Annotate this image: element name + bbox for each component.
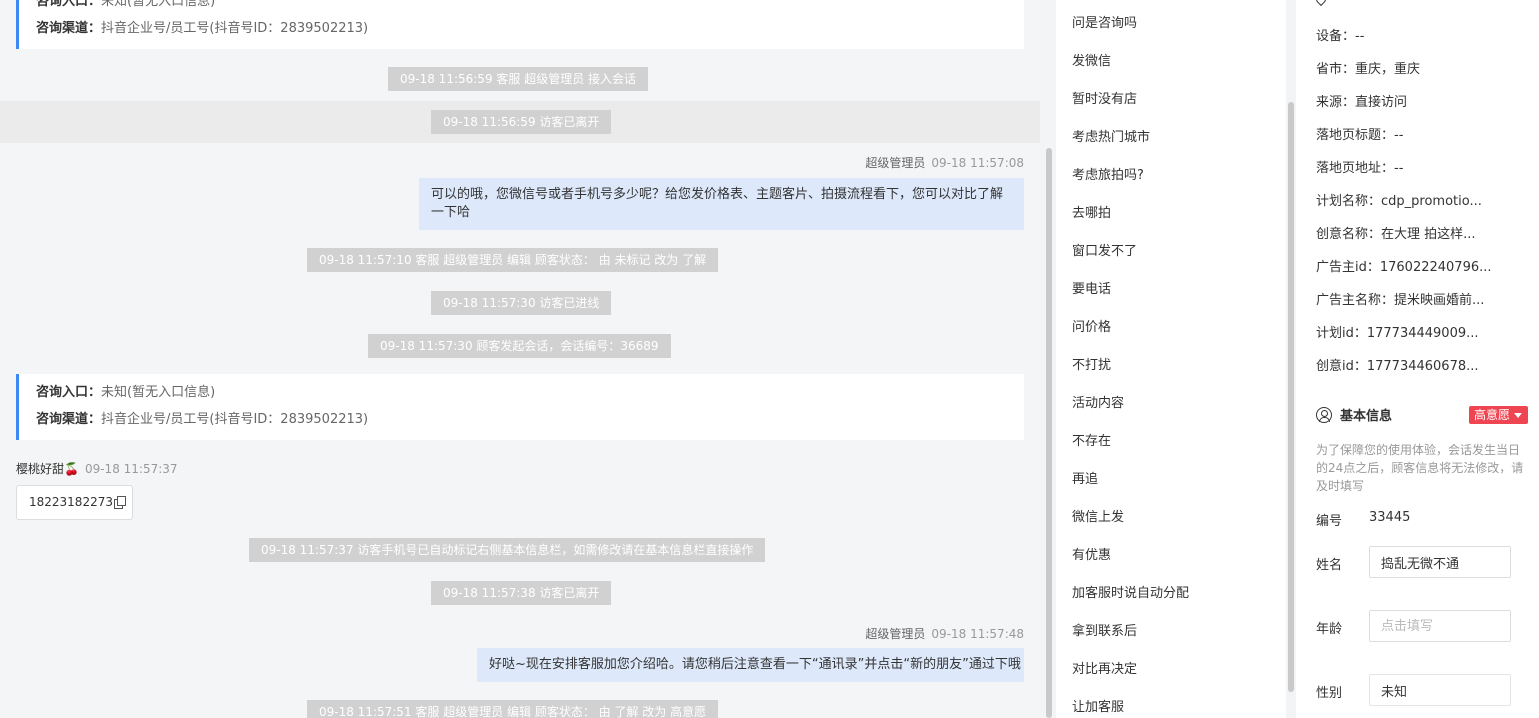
- visitor-name: 樱桃好甜🍒: [16, 462, 79, 476]
- visit-info-row: 计划id：177734449009...: [1316, 326, 1479, 341]
- system-message: 09-18 11:57:10 客服 超级管理员 编辑 顾客状态： 由 未标记 改…: [307, 248, 719, 272]
- consult-entry-value: 未知(暂无入口信息): [101, 385, 216, 400]
- system-message: 09-18 11:57:30 顾客发起会话，会话编号：36689: [368, 334, 671, 358]
- id-value: 33445: [1369, 510, 1411, 525]
- consult-channel-label: 咨询渠道：: [36, 412, 102, 427]
- quick-reply-item[interactable]: 去哪拍: [1072, 202, 1111, 221]
- visit-info-row: 来源：直接访问: [1316, 95, 1408, 110]
- visit-info-row: 计划名称：cdp_promotio...: [1316, 194, 1482, 209]
- agent-message-bubble: 好哒~现在安排客服加您介绍哈。请您稍后注意查看一下“通讯录”并点击“新的朋友”通…: [477, 648, 1024, 682]
- basic-info-title: 基本信息: [1316, 405, 1392, 424]
- visitor-phone-message[interactable]: 18223182273: [16, 485, 133, 520]
- agent-message-bubble: 可以的哦，您微信号或者手机号多少呢？给您发价格表、主题客片、拍摄流程看下，您可以…: [419, 178, 1024, 230]
- quick-reply-item[interactable]: 活动内容: [1072, 392, 1124, 411]
- message-meta: 樱桃好甜🍒 09-18 11:57:37: [16, 460, 178, 477]
- gender-select[interactable]: [1369, 674, 1511, 706]
- name-label: 姓名: [1316, 558, 1343, 573]
- quick-reply-item[interactable]: 暂时没有店: [1072, 88, 1137, 107]
- consult-channel-value: 抖音企业号/员工号(抖音号ID：2839502213): [101, 21, 369, 36]
- consult-channel-line: 咨询渠道：抖音企业号/员工号(抖音号ID：2839502213): [36, 19, 1024, 46]
- quick-reply-item[interactable]: 有优惠: [1072, 544, 1111, 563]
- id-label: 编号: [1316, 514, 1343, 529]
- quick-reply-item[interactable]: 要电话: [1072, 278, 1111, 297]
- chat-scrollbar[interactable]: [1046, 148, 1052, 718]
- visit-info-row: 落地页地址：--: [1316, 161, 1404, 176]
- visit-info-row: 广告主名称：提米映画婚前...: [1316, 293, 1485, 308]
- quick-reply-item[interactable]: 对比再决定: [1072, 658, 1137, 677]
- visit-info-row: 创意id：177734460678...: [1316, 359, 1479, 374]
- edit-notice: 为了保障您的使用体验，会话发生当日的24点之后，顾客信息将无法修改，请及时填写: [1316, 443, 1524, 493]
- consult-entry-label: 咨询入口：: [36, 0, 102, 9]
- chat-panel[interactable]: 咨询入口：未知(暂无入口信息) 咨询渠道：抖音企业号/员工号(抖音号ID：283…: [0, 0, 1040, 718]
- system-message: 09-18 11:57:51 客服 超级管理员 编辑 顾客状态： 由 了解 改为…: [307, 700, 719, 718]
- consult-entry-line: 咨询入口：未知(暂无入口信息): [36, 0, 1024, 19]
- quick-reply-item[interactable]: 考虑旅拍吗?: [1072, 164, 1144, 183]
- quick-reply-item[interactable]: 不存在: [1072, 430, 1111, 449]
- quick-reply-item[interactable]: 加客服时说自动分配: [1072, 582, 1189, 601]
- system-message: 09-18 11:57:37 访客手机号已自动标记右侧基本信息栏，如需修改请在基…: [249, 538, 766, 562]
- message-meta: 超级管理员 09-18 11:57:48: [865, 625, 1024, 642]
- system-message: 09-18 11:56:59 客服 超级管理员 接入会话: [388, 67, 649, 91]
- consult-info-card: 咨询入口：未知(暂无入口信息) 咨询渠道：抖音企业号/员工号(抖音号ID：283…: [16, 374, 1024, 440]
- visit-info-row: 落地页标题：--: [1316, 128, 1404, 143]
- system-message: 09-18 11:57:38 访客已离开: [431, 581, 612, 605]
- message-time: 09-18 11:57:08: [931, 156, 1024, 170]
- age-input[interactable]: [1369, 610, 1511, 642]
- message-sender: 超级管理员: [865, 156, 926, 170]
- consult-channel-line: 咨询渠道：抖音企业号/员工号(抖音号ID：2839502213): [36, 410, 1024, 437]
- message-time: 09-18 11:57:48: [931, 627, 1024, 641]
- system-message: 09-18 11:56:59 访客已离开: [431, 110, 612, 134]
- message-time: 09-18 11:57:37: [84, 462, 178, 476]
- user-icon: [1316, 407, 1332, 423]
- consult-entry-value: 未知(暂无入口信息): [101, 0, 216, 9]
- copy-icon[interactable]: [113, 496, 126, 509]
- consult-info-card: 咨询入口：未知(暂无入口信息) 咨询渠道：抖音企业号/员工号(抖音号ID：283…: [16, 0, 1024, 49]
- quick-reply-item[interactable]: 发微信: [1072, 50, 1111, 69]
- consult-entry-line: 咨询入口：未知(暂无入口信息): [36, 383, 1024, 410]
- name-input[interactable]: [1369, 546, 1511, 578]
- visit-info-row: 创意名称：在大理 拍这样...: [1316, 227, 1476, 242]
- visit-info-row: 省市：重庆，重庆: [1316, 62, 1421, 77]
- intent-level-dropdown[interactable]: 高意愿: [1469, 406, 1529, 424]
- quick-reply-item[interactable]: 问是咨询吗: [1072, 12, 1137, 31]
- age-label: 年龄: [1316, 622, 1343, 637]
- consult-channel-label: 咨询渠道：: [36, 21, 102, 36]
- quick-reply-item[interactable]: 考虑热门城市: [1072, 126, 1150, 145]
- location-icon: [1313, 0, 1329, 7]
- quick-reply-item[interactable]: 窗口发不了: [1072, 240, 1137, 259]
- basic-info-title-text: 基本信息: [1340, 409, 1393, 424]
- visit-info-row: 广告主id：176022240796...: [1316, 260, 1492, 275]
- quick-reply-item[interactable]: 再追: [1072, 468, 1098, 487]
- consult-channel-value: 抖音企业号/员工号(抖音号ID：2839502213): [101, 412, 369, 427]
- gender-label: 性别: [1316, 686, 1343, 701]
- quick-reply-panel: 问是咨询吗 发微信 暂时没有店 考虑热门城市 考虑旅拍吗? 去哪拍 窗口发不了 …: [1056, 0, 1286, 718]
- visitor-phone: 18223182273: [29, 495, 113, 509]
- quick-reply-scrollbar[interactable]: [1288, 102, 1294, 692]
- message-sender: 超级管理员: [865, 627, 926, 641]
- quick-reply-item[interactable]: 不打扰: [1072, 354, 1111, 373]
- visit-info-row: 设备：--: [1316, 29, 1365, 44]
- consult-entry-label: 咨询入口：: [36, 385, 102, 400]
- system-message: 09-18 11:57:30 访客已进线: [431, 291, 612, 315]
- message-meta: 超级管理员 09-18 11:57:08: [865, 154, 1024, 171]
- quick-reply-item[interactable]: 让加客服: [1072, 696, 1124, 715]
- quick-reply-item[interactable]: 问价格: [1072, 316, 1111, 335]
- customer-info-panel: 设备：-- 省市：重庆，重庆 来源：直接访问 落地页标题：-- 落地页地址：--…: [1296, 0, 1539, 718]
- quick-reply-item[interactable]: 微信上发: [1072, 506, 1124, 525]
- quick-reply-item[interactable]: 拿到联系后: [1072, 620, 1137, 639]
